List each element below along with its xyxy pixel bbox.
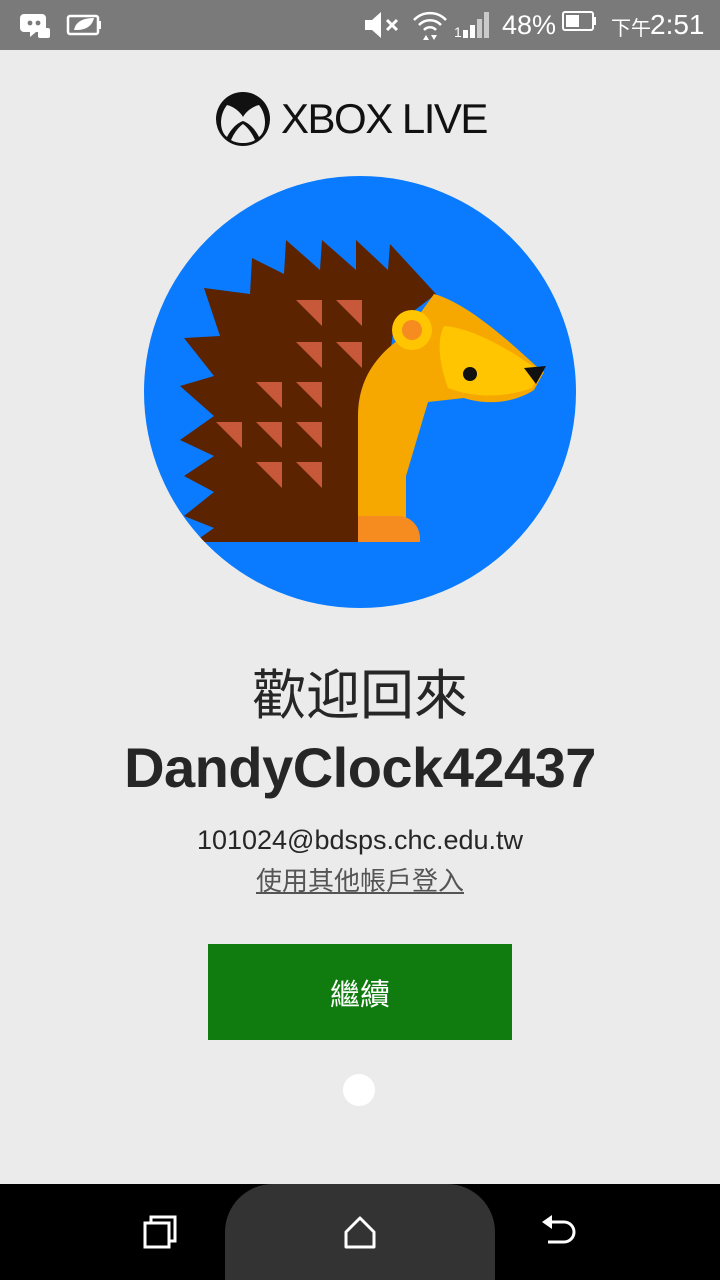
wifi-icon xyxy=(413,11,447,40)
xbox-logo-icon xyxy=(216,92,270,146)
clock: 2:51 xyxy=(650,9,705,40)
account-email: 101024@bdsps.chc.edu.tw xyxy=(196,825,524,855)
leaf-battery-saver-icon xyxy=(66,14,101,36)
battery-percent: 48% xyxy=(502,10,557,40)
logo-text: XBOX LIVE xyxy=(281,95,488,142)
signal-icon: 1 xyxy=(454,12,489,40)
welcome-heading: 歡迎回來 xyxy=(252,664,468,727)
time-period: 下午 xyxy=(611,16,651,40)
navigation-bar xyxy=(0,1184,720,1280)
gamertag: DandyClock42437 xyxy=(124,736,596,799)
continue-button[interactable]: 繼續 xyxy=(208,944,512,1040)
status-bar: 1 48% 下午 2:51 xyxy=(0,0,720,50)
xbox-live-logo: XBOX LIVE xyxy=(215,90,488,148)
battery-icon xyxy=(562,11,596,31)
home-icon[interactable] xyxy=(340,1212,380,1252)
recents-icon[interactable] xyxy=(140,1212,180,1252)
other-account-container: 使用其他帳戶登入 xyxy=(0,864,720,900)
sign-in-other-account-link[interactable]: 使用其他帳戶登入 xyxy=(256,867,464,897)
back-icon[interactable] xyxy=(538,1212,578,1252)
hedgehog-avatar-icon xyxy=(144,176,576,608)
discord-icon xyxy=(20,14,50,38)
volume-muted-icon xyxy=(365,12,399,38)
svg-text:1: 1 xyxy=(454,24,462,40)
page-indicator-dot xyxy=(343,1074,375,1106)
